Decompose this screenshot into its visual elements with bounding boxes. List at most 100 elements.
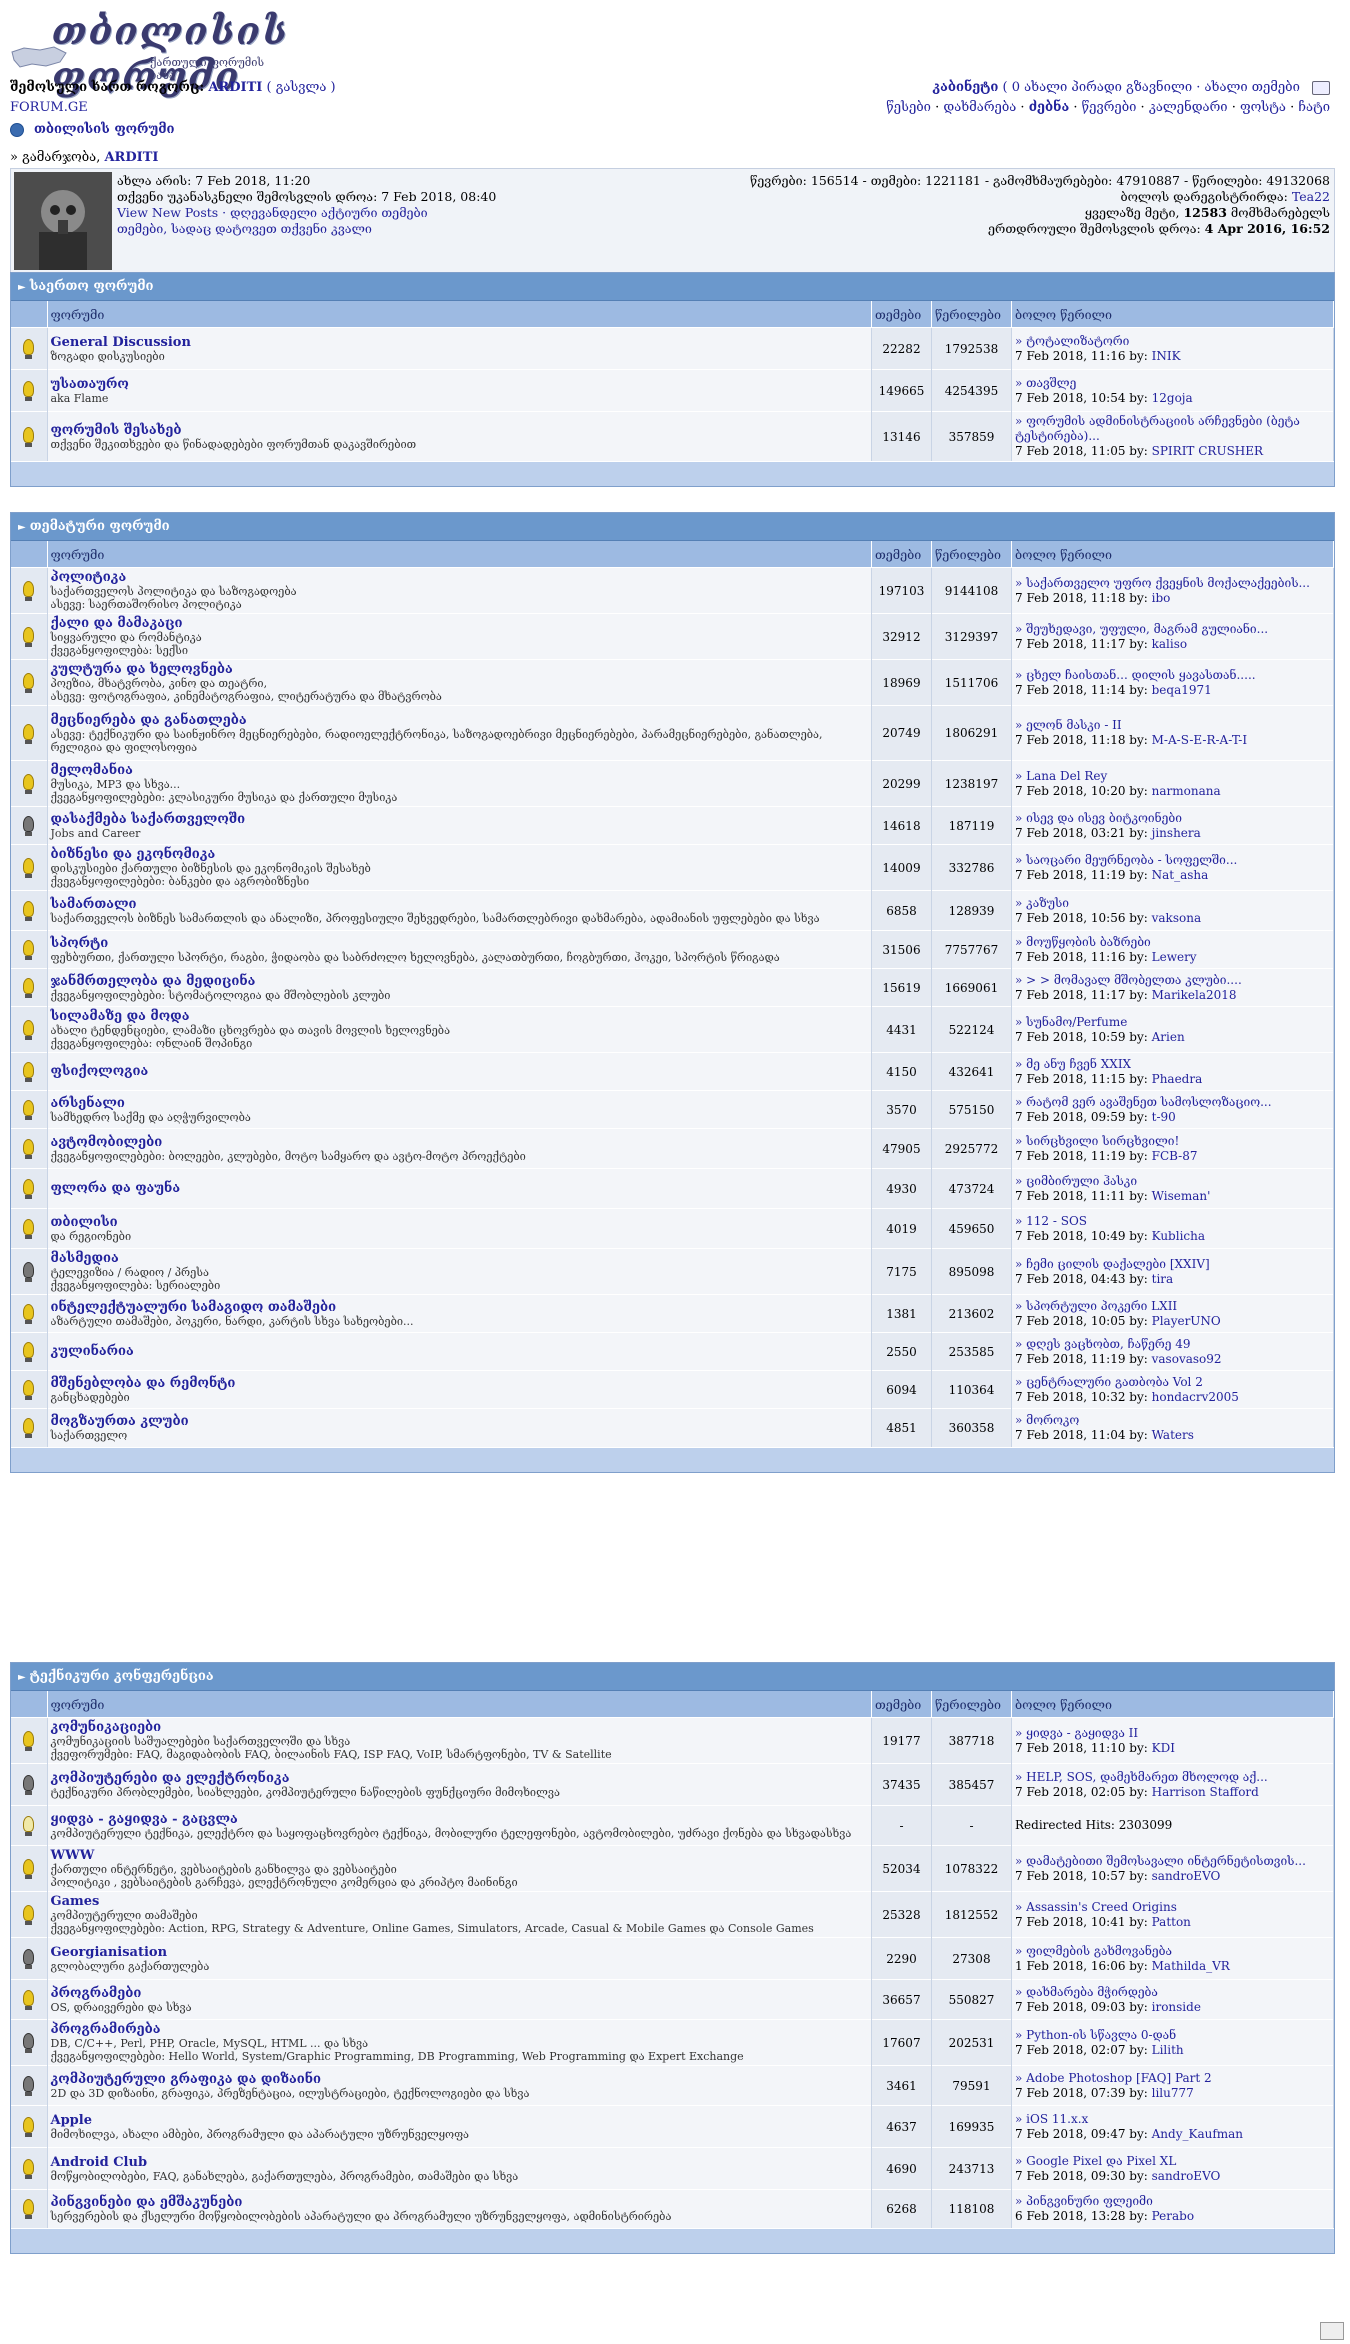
forum-status-bulb-icon[interactable]	[23, 978, 35, 998]
forum-status-bulb-icon[interactable]	[23, 1816, 35, 1836]
last-post-author[interactable]: ibo	[1152, 591, 1171, 605]
forum-name-link[interactable]: პროგრამები	[51, 1986, 869, 2001]
last-post-topic[interactable]: » 112 - SOS	[1015, 1214, 1330, 1229]
forum-status-bulb-icon[interactable]	[23, 1418, 35, 1439]
forum-name-link[interactable]: General Discussion	[51, 335, 869, 350]
forum-name-link[interactable]: სპორტი	[51, 936, 869, 951]
last-post-author[interactable]: Andy_Kaufman	[1152, 2127, 1243, 2141]
last-post-author[interactable]: PlayerUNO	[1152, 1314, 1221, 1328]
last-post-topic[interactable]: » საქართველო უფრო ქვეყნის მოქალაქეების..…	[1015, 576, 1330, 591]
last-post-topic[interactable]: » დამატებითი შემოსავალი ინტერნეტისთვის..…	[1015, 1854, 1330, 1869]
last-post-topic[interactable]: » Assassin's Creed Origins	[1015, 1900, 1330, 1915]
forum-status-bulb-icon[interactable]	[23, 2033, 35, 2053]
last-post-topic[interactable]: » საოცარი მეურნეობა - სოფელში...	[1015, 853, 1330, 868]
forum-status-bulb-icon[interactable]	[23, 2199, 35, 2220]
forum-name-link[interactable]: სამართალი	[51, 897, 869, 912]
forum-status-bulb-icon[interactable]	[23, 2159, 35, 2179]
nav-rules[interactable]: წესები	[886, 100, 931, 115]
forum-subforums[interactable]: ქვეგანყოფილება: ონლაინ შოპინგი	[51, 1037, 869, 1050]
last-post-author[interactable]: sandroEVO	[1152, 1869, 1221, 1883]
last-post-topic[interactable]: » ცენტრალური გათბობა Vol 2	[1015, 1375, 1330, 1390]
forum-name-link[interactable]: სილამაზე და მოდა	[51, 1009, 869, 1024]
last-post-author[interactable]: narmonana	[1152, 784, 1221, 798]
my-topics-link[interactable]: თემები, სადაც დატოვეთ თქვენი კვალი	[117, 221, 496, 237]
nav-calendar[interactable]: კალენდარი	[1149, 100, 1228, 115]
last-post-author[interactable]: tira	[1152, 1272, 1174, 1286]
site-home-link[interactable]: FORUM.GE	[10, 100, 88, 115]
forum-status-bulb-icon[interactable]	[23, 1179, 35, 1199]
forum-status-bulb-icon[interactable]	[23, 2117, 35, 2137]
forum-status-bulb-icon[interactable]	[23, 1100, 35, 1120]
logout-link[interactable]: ( გასვლა )	[266, 80, 335, 95]
forum-name-link[interactable]: მასმედია	[51, 1251, 869, 1266]
forum-status-bulb-icon[interactable]	[23, 2076, 35, 2096]
last-post-author[interactable]: Lilith	[1152, 2043, 1184, 2057]
last-post-author[interactable]: INIK	[1152, 349, 1181, 363]
last-post-topic[interactable]: » კაზუსი	[1015, 896, 1330, 911]
last-post-topic[interactable]: » დღეს ვაცხობთ, ჩაწერე 49	[1015, 1337, 1330, 1352]
last-post-author[interactable]: SPIRIT CRUSHER	[1152, 444, 1263, 458]
section-header[interactable]: ► თემატური ფორუმი	[11, 513, 1334, 541]
forum-status-bulb-icon[interactable]	[23, 627, 35, 647]
last-post-author[interactable]: vasovaso92	[1152, 1352, 1222, 1366]
forum-name-link[interactable]: Games	[51, 1894, 869, 1909]
last-post-topic[interactable]: » სუნამო/Perfume	[1015, 1015, 1330, 1030]
last-post-author[interactable]: sandroEVO	[1152, 2169, 1221, 2183]
forum-status-bulb-icon[interactable]	[23, 816, 35, 836]
last-post-author[interactable]: Waters	[1152, 1428, 1194, 1442]
forum-status-bulb-icon[interactable]	[23, 1062, 35, 1082]
forum-name-link[interactable]: თბილისი	[51, 1215, 869, 1230]
forum-name-link[interactable]: კომპიუტერული გრაფიკა და დიზაინი	[51, 2072, 869, 2087]
last-post-author[interactable]: Mathilda_VR	[1152, 1959, 1230, 1973]
cabinet-link[interactable]: კაბინეტი	[932, 80, 998, 95]
last-post-topic[interactable]: » ციმბირული ჰასკი	[1015, 1174, 1330, 1189]
forum-name-link[interactable]: კულინარია	[51, 1344, 869, 1359]
forum-home-link[interactable]: თბილისის ფორუმი	[34, 122, 175, 137]
last-post-topic[interactable]: » ცხელ ჩაისთან... დილის ყავასთან.....	[1015, 668, 1330, 683]
scroll-top-icon[interactable]	[1320, 2322, 1344, 2340]
last-post-topic[interactable]: » მოუწყობის ბაზრები	[1015, 935, 1330, 950]
last-post-author[interactable]: Wiseman'	[1152, 1189, 1211, 1203]
last-post-topic[interactable]: » დახმარება მჭირდება	[1015, 1985, 1330, 2000]
section-header[interactable]: ► ტექნიკური კონფერენცია	[11, 1663, 1334, 1691]
forum-subforums[interactable]: ქვეგანყოფილებები: კლასიკური მუსიკა და ქა…	[51, 791, 869, 804]
last-post-topic[interactable]: » iOS 11.x.x	[1015, 2112, 1330, 2127]
last-post-topic[interactable]: » ჩემი ცილის დაქალები [XXIV]	[1015, 1257, 1330, 1272]
last-post-author[interactable]: Arien	[1152, 1030, 1185, 1044]
forum-name-link[interactable]: კომპიუტერები და ელექტრონიკა	[51, 1771, 869, 1786]
forum-name-link[interactable]: დასაქმება საქართველოში	[51, 812, 869, 827]
forum-status-bulb-icon[interactable]	[23, 581, 35, 601]
forum-status-bulb-icon[interactable]	[23, 1139, 35, 1159]
last-post-author[interactable]: t-90	[1152, 1110, 1176, 1124]
forum-name-link[interactable]: უსათაურო	[51, 377, 869, 392]
last-post-author[interactable]: M-A-S-E-R-A-T-I	[1152, 733, 1247, 747]
last-post-topic[interactable]: » Python-ის სწავლა 0-დან	[1015, 2028, 1330, 2043]
forum-name-link[interactable]: ყიდვა - გაყიდვა - გაცვლა	[51, 1812, 869, 1827]
forum-status-bulb-icon[interactable]	[23, 1342, 35, 1362]
last-post-author[interactable]: ironside	[1152, 2000, 1201, 2014]
last-post-topic[interactable]: » ფილმების გახმოვანება	[1015, 1944, 1330, 1959]
forum-status-bulb-icon[interactable]	[23, 858, 35, 878]
last-post-topic[interactable]: » HELP, SOS, დამეხმარეთ მხოლოდ აქ...	[1015, 1770, 1330, 1785]
forum-status-bulb-icon[interactable]	[23, 774, 35, 794]
forum-name-link[interactable]: ავტომობილები	[51, 1135, 869, 1150]
forum-subforums[interactable]: ქვეგანყოფილება: სექსი	[51, 644, 869, 657]
forum-status-bulb-icon[interactable]	[23, 940, 35, 960]
forum-subforums[interactable]: ქვეგანყოფილებები: Action, RPG, Strategy …	[51, 1922, 869, 1935]
forum-name-link[interactable]: ქალი და მამაკაცი	[51, 616, 869, 631]
forum-status-bulb-icon[interactable]	[23, 723, 35, 744]
forum-status-bulb-icon[interactable]	[23, 1949, 35, 1969]
forum-status-bulb-icon[interactable]	[23, 1020, 35, 1040]
last-post-author[interactable]: FCB-87	[1152, 1149, 1198, 1163]
last-post-topic[interactable]: » სპორტული პოკერი LXII	[1015, 1299, 1330, 1314]
nav-members[interactable]: წევრები	[1082, 100, 1137, 115]
forum-name-link[interactable]: ფლორა და ფაუნა	[51, 1181, 869, 1196]
forum-name-link[interactable]: კულტურა და ხელოვნება	[51, 662, 869, 677]
avatar[interactable]	[14, 172, 112, 270]
last-post-author[interactable]: beqa1971	[1152, 683, 1212, 697]
last-post-author[interactable]: hondacrv2005	[1152, 1390, 1239, 1404]
last-post-topic[interactable]: » შეუხედავი, უფული, მაგრამ გულიანი...	[1015, 622, 1330, 637]
last-post-author[interactable]: Perabo	[1152, 2209, 1194, 2223]
last-post-author[interactable]: Phaedra	[1152, 1072, 1203, 1086]
forum-status-bulb-icon[interactable]	[23, 1775, 35, 1795]
